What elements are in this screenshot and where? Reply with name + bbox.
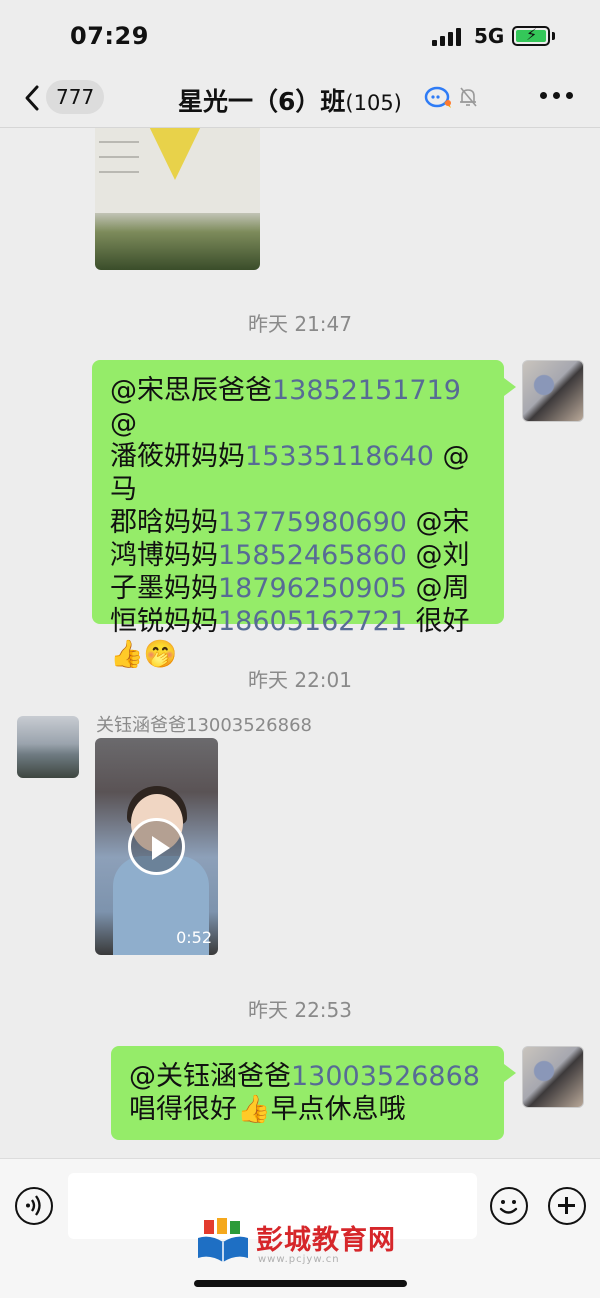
outgoing-text-bubble[interactable]: @宋思辰爸爸13852151719 @ 潘筱妍妈妈15335118640 @马 … bbox=[92, 360, 516, 670]
site-watermark: 彭城教育网 www.pcjyw.cn bbox=[196, 1212, 406, 1272]
message-line: @宋思辰爸爸13852151719 @ bbox=[110, 375, 461, 439]
voice-input-icon[interactable] bbox=[15, 1187, 53, 1225]
self-avatar[interactable] bbox=[522, 1046, 584, 1108]
enterprise-chat-icon bbox=[424, 86, 451, 108]
battery-cap bbox=[552, 32, 555, 40]
video-duration: 0:52 bbox=[176, 928, 212, 947]
message-list[interactable]: 昨天 21:47 @宋思辰爸爸13852151719 @ 潘筱妍妈妈153351… bbox=[0, 128, 600, 1158]
status-bar: 07:29 5G ⚡ bbox=[0, 0, 600, 70]
mute-bell-icon bbox=[460, 87, 477, 107]
video-message[interactable]: 0:52 bbox=[95, 738, 218, 955]
message-line: 子墨妈妈18796250905 @周 bbox=[110, 573, 470, 604]
watermark-url: www.pcjyw.cn bbox=[258, 1254, 340, 1265]
network-type: 5G bbox=[474, 24, 505, 48]
status-time: 07:29 bbox=[70, 22, 149, 50]
image-message[interactable] bbox=[95, 128, 260, 270]
watermark-text: 彭城教育网 bbox=[256, 1225, 396, 1256]
phone-link[interactable]: 15852465860 bbox=[218, 540, 407, 571]
back-chevron-icon[interactable] bbox=[22, 84, 44, 112]
cellular-signal-icon bbox=[432, 28, 462, 46]
more-options-icon[interactable] bbox=[540, 92, 574, 102]
message-line: 郡晗妈妈13775980690 @宋 bbox=[110, 507, 470, 538]
sender-name: 关钰涵爸爸13003526868 bbox=[96, 715, 312, 736]
message-line: 潘筱妍妈妈15335118640 @马 bbox=[110, 441, 470, 505]
add-more-icon[interactable] bbox=[548, 1187, 586, 1225]
message-line: 鸿博妈妈15852465860 @刘 bbox=[110, 540, 470, 571]
timestamp: 昨天 22:01 bbox=[248, 668, 352, 692]
timestamp: 昨天 21:47 bbox=[248, 312, 352, 336]
chat-header: 777 星光一（6）班(105) bbox=[0, 70, 600, 128]
book-logo-icon bbox=[198, 1218, 248, 1262]
sender-avatar[interactable] bbox=[17, 716, 79, 778]
phone-link[interactable]: 13852151719 bbox=[272, 375, 461, 406]
phone-link[interactable]: 15335118640 bbox=[245, 441, 434, 472]
self-avatar[interactable] bbox=[522, 360, 584, 422]
message-line: @关钰涵爸爸13003526868 bbox=[129, 1061, 480, 1092]
phone-link[interactable]: 18605162721 bbox=[218, 606, 407, 637]
back-unread-count[interactable]: 777 bbox=[46, 80, 105, 114]
member-count: (105) bbox=[345, 91, 402, 115]
play-icon[interactable] bbox=[128, 818, 185, 875]
timestamp: 昨天 22:53 bbox=[248, 998, 352, 1022]
message-line: 唱得很好👍早点休息哦 bbox=[129, 1094, 406, 1125]
message-line: 恒锐妈妈18605162721 很好 bbox=[110, 606, 470, 637]
group-name: 星光一（6）班 bbox=[178, 87, 346, 116]
phone-link[interactable]: 18796250905 bbox=[218, 573, 407, 604]
group-chat-title[interactable]: 星光一（6）班(105) bbox=[178, 82, 402, 118]
phone-link[interactable]: 13003526868 bbox=[291, 1061, 480, 1092]
home-indicator bbox=[194, 1280, 407, 1287]
paper-plane-image bbox=[145, 128, 205, 180]
phone-link[interactable]: 13775980690 bbox=[218, 507, 407, 538]
emoji-icon[interactable] bbox=[490, 1187, 528, 1225]
outgoing-text-bubble[interactable]: @关钰涵爸爸13003526868 唱得很好👍早点休息哦 bbox=[111, 1046, 516, 1140]
battery-charging-icon: ⚡ bbox=[512, 25, 550, 46]
